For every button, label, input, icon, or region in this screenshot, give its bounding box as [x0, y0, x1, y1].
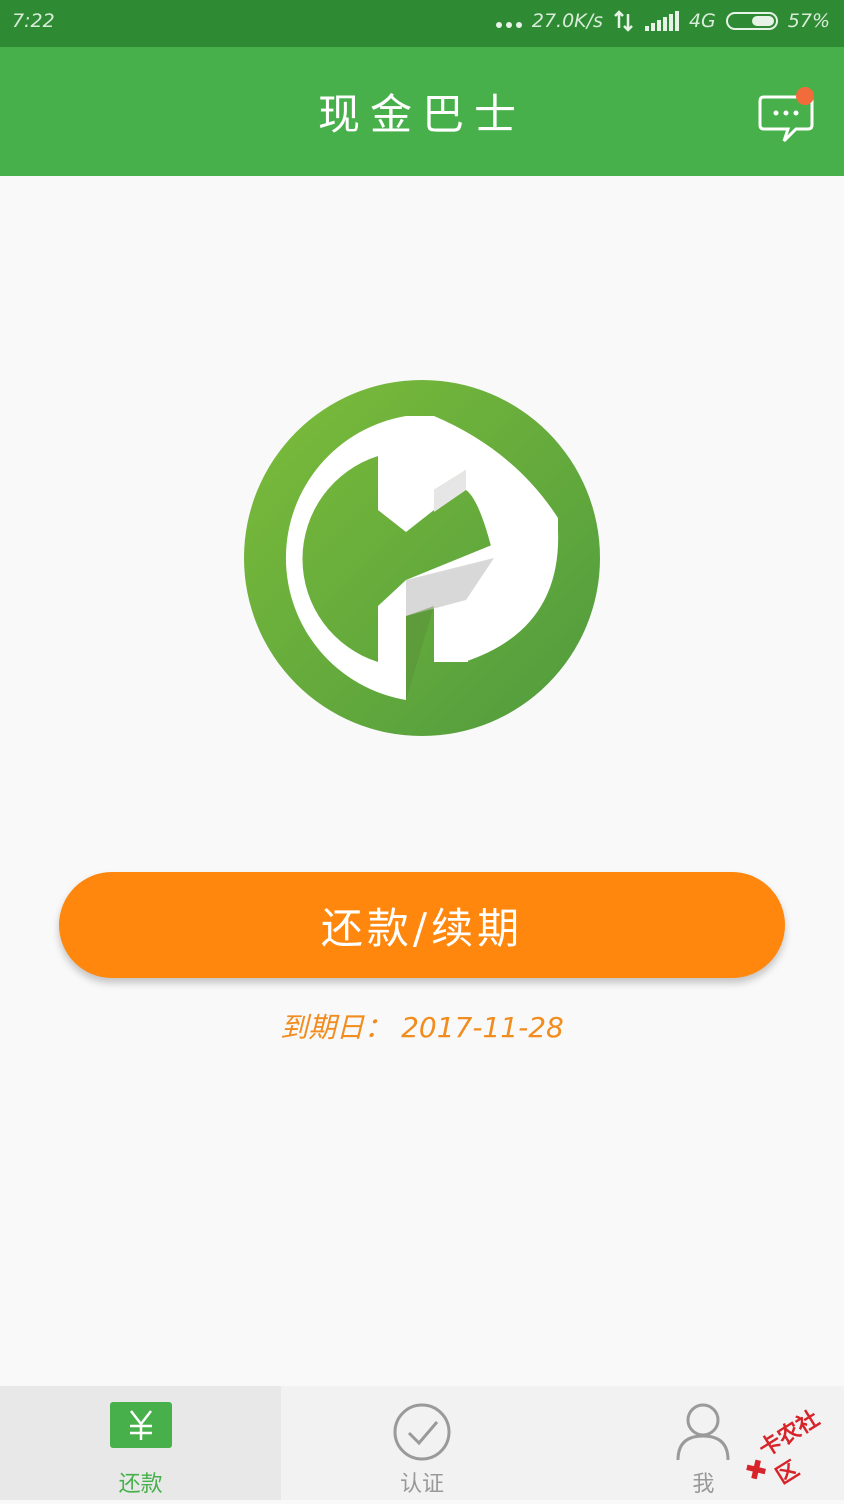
user-icon — [676, 1403, 730, 1461]
signal-icon — [644, 11, 679, 31]
tab-verify[interactable]: 认证 — [281, 1386, 562, 1500]
status-bar: 7:22 27.0K/s 4G 57% — [0, 0, 844, 47]
status-time: 7:22 — [12, 10, 55, 32]
notification-badge — [796, 87, 814, 105]
due-date-value: 2017-11-28 — [401, 1011, 564, 1044]
battery-percent: 57% — [787, 10, 830, 32]
page-title: 现金巴士 — [317, 90, 526, 139]
due-date: 到期日： 2017-11-28 — [0, 1006, 844, 1046]
yuan-icon — [109, 1402, 172, 1448]
tab-verify-label: 认证 — [399, 1472, 444, 1497]
data-transfer-icon — [614, 10, 633, 32]
status-indicators: 27.0K/s 4G 57% — [495, 10, 830, 32]
repay-renew-button[interactable]: 还款/续期 — [59, 872, 785, 978]
network-type: 4G — [688, 10, 716, 32]
more-notifications-icon — [495, 11, 522, 31]
tab-repay[interactable]: 还款 — [0, 1386, 282, 1500]
bottom-tab-bar: 还款 认证 我 — [0, 1386, 844, 1500]
check-circle-icon — [393, 1403, 451, 1461]
due-date-label: 到期日： — [280, 1011, 393, 1044]
battery-icon — [725, 12, 778, 30]
network-speed: 27.0K/s — [531, 10, 603, 32]
tab-repay-label: 还款 — [118, 1472, 163, 1497]
cash-bus-logo — [244, 380, 600, 736]
app-bar: 现金巴士 — [0, 47, 844, 176]
